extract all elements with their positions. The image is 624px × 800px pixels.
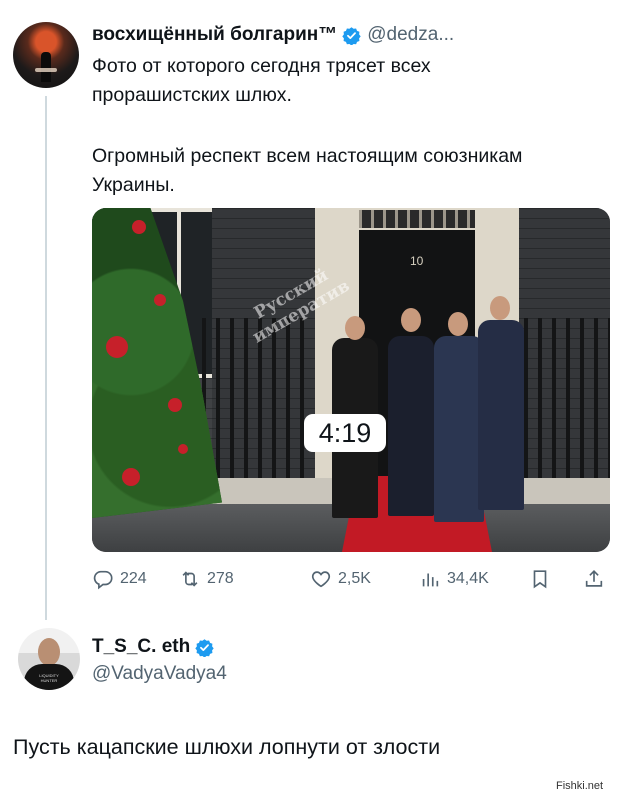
person xyxy=(434,336,484,522)
reply-count: 224 xyxy=(120,570,147,587)
railing-right xyxy=(524,318,610,488)
person-head xyxy=(490,296,510,320)
reply-text: Пусть кацапские шлюхи лопнути от злости xyxy=(13,735,441,759)
share-icon xyxy=(585,570,603,587)
door-number: 10 xyxy=(410,254,424,268)
person xyxy=(388,336,434,516)
author-display-name[interactable]: восхищённый болгарин™ xyxy=(92,24,337,46)
person xyxy=(478,320,524,510)
bookmark-button[interactable] xyxy=(529,566,557,592)
bauble xyxy=(132,220,146,234)
share-button[interactable] xyxy=(583,566,611,592)
reply-author-display-name[interactable]: T_S_C. eth xyxy=(92,636,190,658)
bookmark-icon xyxy=(533,570,547,589)
views-button[interactable]: 34,4K xyxy=(419,566,489,592)
retweet-count: 278 xyxy=(207,570,234,587)
author-name-row[interactable]: восхищённый болгарин™ @dedza... xyxy=(92,24,454,46)
fanlight xyxy=(359,210,475,228)
tweet-video[interactable]: 10 Русский императив 4:19 xyxy=(92,208,610,552)
verified-badge-icon xyxy=(195,638,214,657)
bauble xyxy=(154,294,166,306)
person-head xyxy=(345,316,365,340)
avatar-face xyxy=(38,638,60,666)
avatar-figure xyxy=(41,52,51,82)
bauble xyxy=(122,468,140,486)
person-head xyxy=(401,308,421,332)
retweet-button[interactable]: 278 xyxy=(179,566,234,592)
reply-icon xyxy=(93,570,113,590)
retweet-icon xyxy=(182,571,198,587)
tweet-actions: 224 278 2,5K 34,4K xyxy=(92,566,612,592)
avatar-spark xyxy=(35,68,57,72)
site-watermark: Fishki.net xyxy=(556,780,604,792)
like-button[interactable]: 2,5K xyxy=(310,566,371,592)
thread-line xyxy=(45,96,47,620)
views-count: 34,4K xyxy=(447,570,489,587)
bauble xyxy=(106,336,128,358)
person-head xyxy=(448,312,468,336)
reply-author-avatar[interactable]: LIQUIDITY HUNTER xyxy=(18,628,80,690)
reply-author-name-row[interactable]: T_S_C. eth xyxy=(92,636,214,658)
reply-button[interactable]: 224 xyxy=(92,566,147,592)
like-count: 2,5K xyxy=(338,570,371,587)
bauble xyxy=(178,444,188,454)
verified-badge-icon xyxy=(342,26,361,45)
bauble xyxy=(168,398,182,412)
author-handle[interactable]: @dedza... xyxy=(367,24,454,46)
tweet-text-paragraph-2: Огромный респект всем настоящим союзника… xyxy=(92,145,523,196)
tweet-text-paragraph-1: Фото от которого сегодня трясет всех про… xyxy=(92,55,431,106)
heart-icon xyxy=(311,571,331,588)
author-avatar[interactable] xyxy=(13,22,79,88)
reply-author-handle[interactable]: @VadyaVadya4 xyxy=(92,663,227,685)
video-duration-badge: 4:19 xyxy=(304,414,386,452)
views-chart-icon xyxy=(422,573,439,587)
avatar-shirt-text: LIQUIDITY HUNTER xyxy=(39,673,59,683)
